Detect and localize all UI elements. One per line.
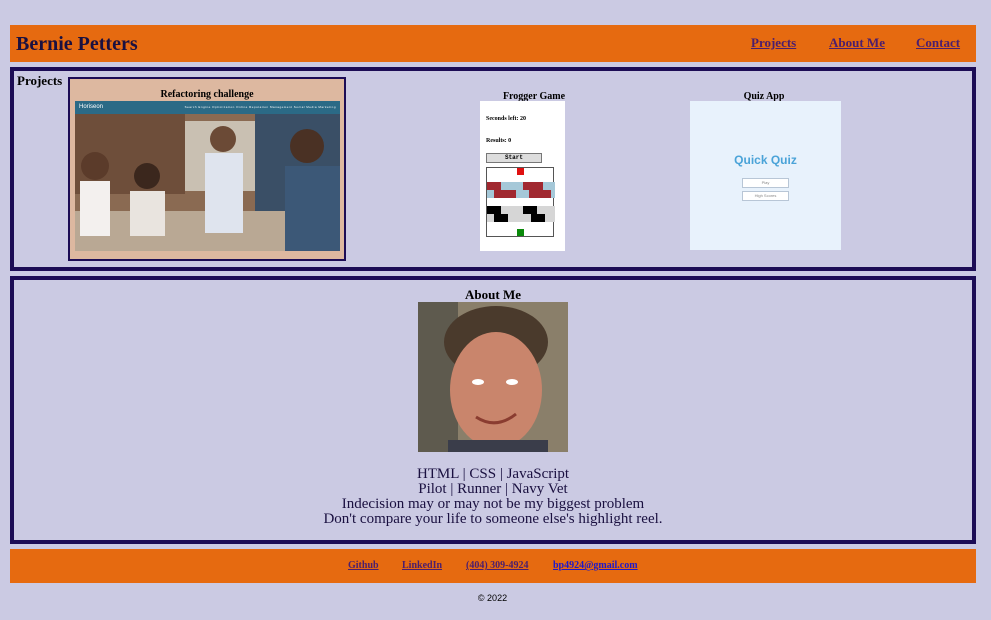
- quiz-play-button: Play: [742, 178, 789, 188]
- projects-section: Projects Refactoring challenge Horiseon: [10, 67, 976, 271]
- car: [531, 214, 545, 222]
- frogger-results-label: Results: 0: [486, 138, 512, 144]
- refactoring-screenshot[interactable]: Horiseon Search Engine Optimization Onli…: [75, 101, 340, 251]
- frogger-board: [486, 167, 555, 237]
- site-footer: Github LinkedIn (404) 309-4924 bp4924@gm…: [10, 549, 976, 583]
- log: [494, 190, 516, 198]
- frogger-seconds-label: Seconds left: 20: [486, 116, 526, 122]
- about-roles: Pilot | Runner | Navy Vet: [418, 481, 568, 497]
- horiseon-brand: Horiseon: [79, 104, 104, 110]
- quiz-screenshot[interactable]: Quick Quiz Play High Scores: [690, 101, 841, 250]
- horiseon-navbar: Horiseon Search Engine Optimization Onli…: [75, 101, 340, 114]
- about-quote-1: Indecision may or may not be my biggest …: [341, 496, 645, 512]
- github-link[interactable]: Github: [348, 560, 379, 571]
- log: [523, 182, 543, 190]
- profile-photo: [418, 302, 568, 452]
- office-photo: [75, 114, 340, 251]
- nav-about-link[interactable]: About Me: [829, 35, 885, 51]
- about-skills: HTML | CSS | JavaScript: [416, 466, 570, 482]
- project-title: Refactoring challenge: [160, 89, 254, 100]
- nav-projects-link[interactable]: Projects: [751, 35, 796, 51]
- site-header: Bernie Petters Projects About Me Contact: [10, 25, 976, 62]
- goal-square: [517, 168, 524, 175]
- email-link[interactable]: bp4924@gmail.com: [553, 560, 638, 571]
- frogger-screenshot[interactable]: Seconds left: 20 Results: 0 Start: [480, 101, 565, 251]
- frog-square: [517, 229, 524, 236]
- site-title: Bernie Petters: [16, 33, 138, 55]
- nav-contact-link[interactable]: Contact: [916, 35, 960, 51]
- horiseon-nav-text: Search Engine Optimization Online Reputa…: [184, 105, 336, 109]
- log: [487, 182, 501, 190]
- copyright: © 2022: [477, 593, 508, 603]
- car: [494, 214, 508, 222]
- about-quote-2: Don't compare your life to someone else'…: [323, 511, 663, 527]
- phone-link[interactable]: (404) 309-4924: [466, 560, 529, 571]
- linkedin-link[interactable]: LinkedIn: [402, 560, 442, 571]
- frogger-start-button: Start: [486, 153, 542, 163]
- quiz-app-title: Quick Quiz: [734, 153, 797, 167]
- car: [523, 206, 537, 214]
- quiz-high-scores-button: High Scores: [742, 191, 789, 201]
- projects-heading: Projects: [17, 73, 63, 88]
- project-card-refactoring[interactable]: Refactoring challenge Horiseon Search En…: [68, 77, 346, 261]
- car: [487, 206, 501, 214]
- log: [529, 190, 551, 198]
- about-section: About Me HTML | CSS | JavaScript Pilot |…: [10, 276, 976, 544]
- about-heading: About Me: [465, 287, 521, 302]
- profile-portrait: [418, 302, 568, 452]
